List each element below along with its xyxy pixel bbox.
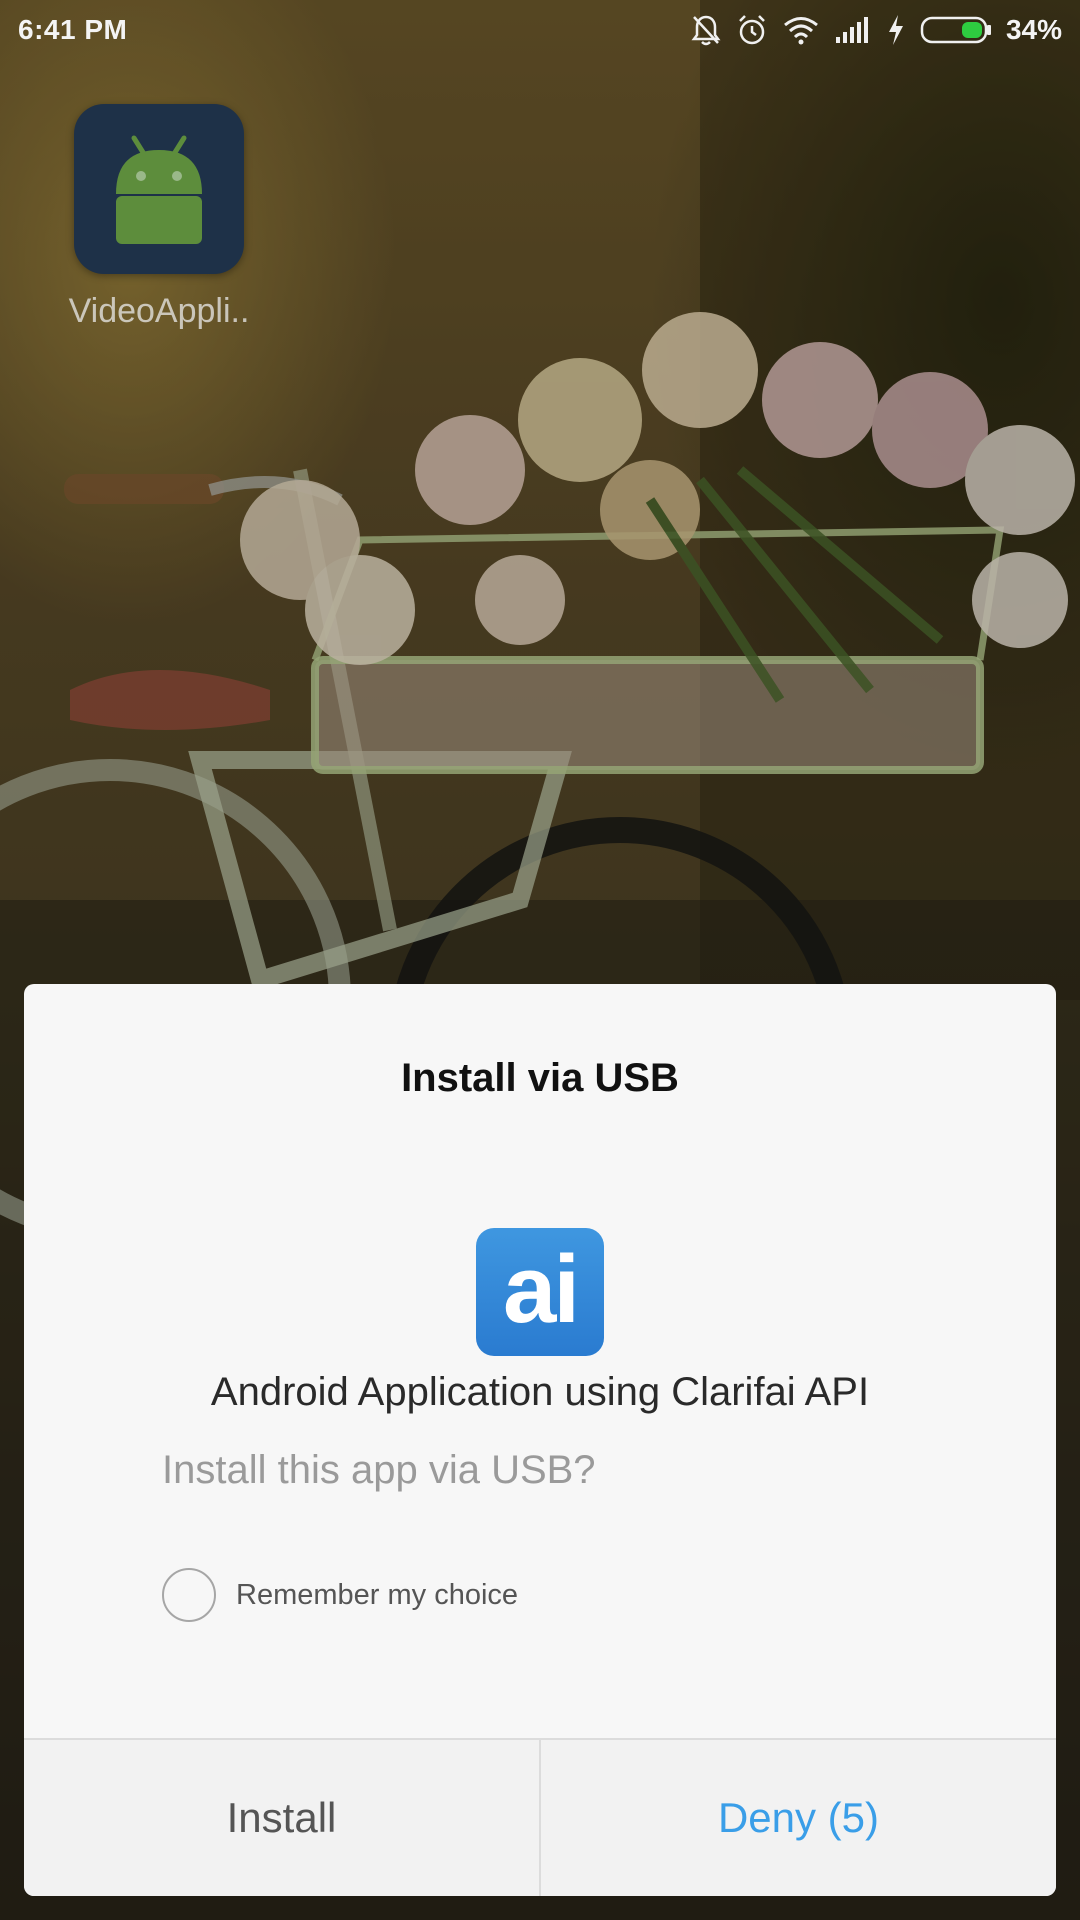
remember-choice-row[interactable]: Remember my choice xyxy=(162,1568,518,1622)
app-icon-text: ai xyxy=(502,1236,580,1343)
mute-icon xyxy=(691,15,721,46)
app-name: Android Application using Clarifai API xyxy=(210,1370,870,1414)
battery-percent: 34% xyxy=(1005,14,1062,45)
install-question: Install this app via USB? xyxy=(162,1448,596,1492)
charging-icon xyxy=(888,15,903,45)
android-app-icon[interactable] xyxy=(74,104,244,274)
install-dialog: Install via USB ai Android Application u… xyxy=(24,984,1056,1896)
wifi-icon xyxy=(784,17,818,45)
deny-button[interactable]: Deny (5) xyxy=(541,1740,1056,1896)
status-time: 6:41 PM xyxy=(18,14,128,45)
remember-choice-checkbox[interactable] xyxy=(162,1568,216,1622)
clarifai-app-icon: ai xyxy=(476,1228,604,1356)
signal-icon xyxy=(835,17,868,43)
android-robot-icon xyxy=(116,135,202,244)
battery-icon xyxy=(920,16,991,44)
dialog-buttons: Install Deny (5) xyxy=(24,1738,1056,1896)
dialog-title: Install via USB xyxy=(401,1056,679,1100)
install-button[interactable]: Install xyxy=(24,1740,541,1896)
home-app-label: VideoAppli.. xyxy=(68,292,250,330)
status-bar: 6:41 PM 34% xyxy=(0,0,1080,60)
remember-choice-label[interactable]: Remember my choice xyxy=(236,1579,518,1612)
status-icons: 34% xyxy=(690,13,1062,47)
alarm-icon xyxy=(739,15,765,45)
home-app-shortcut[interactable]: VideoAppli.. xyxy=(52,104,266,331)
